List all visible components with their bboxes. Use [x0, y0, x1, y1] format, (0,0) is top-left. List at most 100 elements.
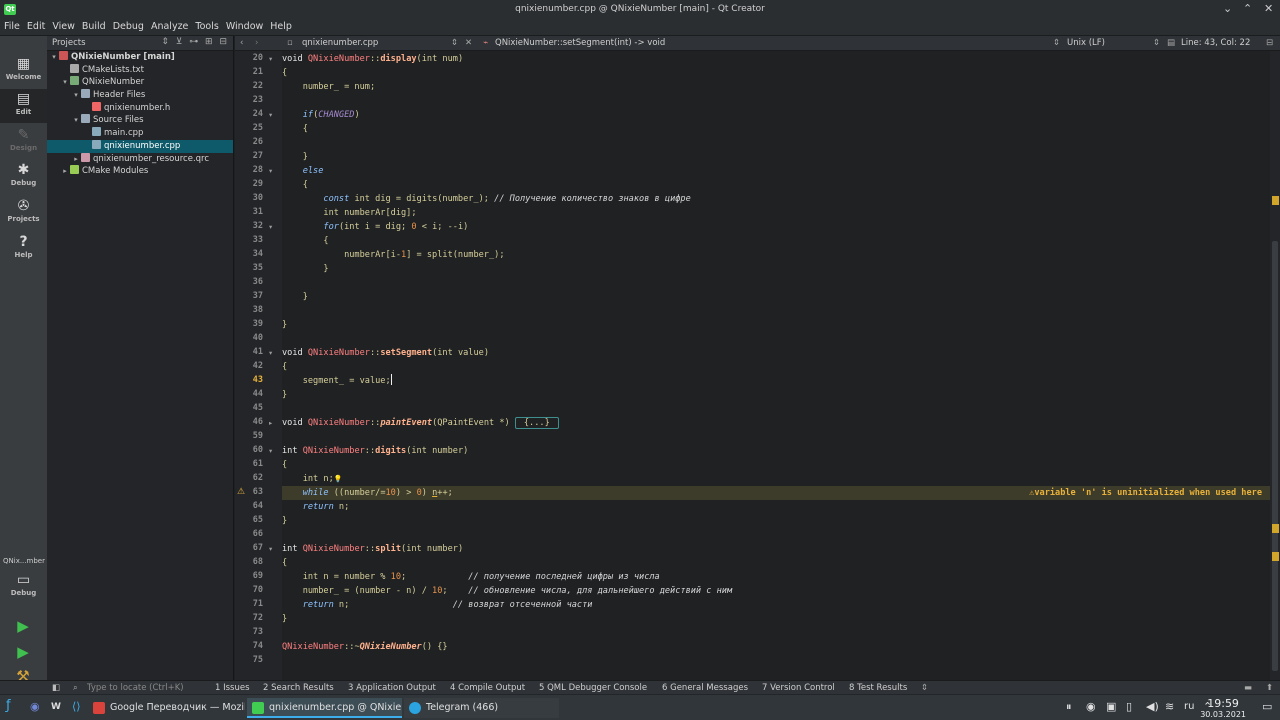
code-line[interactable]: }: [282, 514, 287, 528]
collapse-arrow-icon[interactable]: ▸: [60, 165, 70, 178]
code-line[interactable]: void QNixieNumber::setSegment(int value): [282, 346, 489, 360]
expand-arrow-icon[interactable]: ▾: [49, 51, 59, 64]
code-line[interactable]: number_ = (number - n) / 10; // обновлен…: [282, 584, 732, 598]
tab-compile-output[interactable]: 4 Compile Output: [450, 683, 525, 693]
forward-icon[interactable]: ›: [255, 38, 258, 48]
debug-run-button[interactable]: ▶: [12, 642, 34, 662]
tree-item[interactable]: CMakeLists.txt: [47, 63, 233, 77]
vscode-icon[interactable]: ⟨⟩: [72, 700, 81, 713]
code-line[interactable]: }: [282, 612, 287, 626]
close-icon[interactable]: ✕: [1264, 2, 1273, 15]
pane-header-buttons[interactable]: ⇕ ⊻ ⊶ ⊞ ⊟: [161, 37, 229, 47]
code-line[interactable]: const int dig = digits(number_); // Полу…: [282, 192, 690, 206]
volume-icon[interactable]: ◀): [1146, 700, 1159, 713]
fold-marker-icon[interactable]: ▾: [269, 349, 272, 357]
cursor-position[interactable]: Line: 43, Col: 22: [1181, 38, 1250, 48]
code-line[interactable]: }: [282, 388, 287, 402]
tab-version-control[interactable]: 7 Version Control: [762, 683, 835, 693]
code-line[interactable]: numberAr[i-1] = split(number_);: [282, 248, 504, 262]
fold-marker-icon[interactable]: ▾: [269, 167, 272, 175]
clipboard-icon[interactable]: ▣: [1106, 700, 1116, 713]
expand-arrow-icon[interactable]: ▾: [71, 89, 81, 102]
app-launcher-icon[interactable]: ƒ: [6, 698, 11, 713]
run-button[interactable]: ▶: [12, 616, 34, 636]
projects-pane-title[interactable]: Projects: [52, 38, 86, 48]
mode-debug[interactable]: ✱ Debug: [0, 160, 47, 194]
code-line[interactable]: {: [282, 122, 308, 136]
warning-icon[interactable]: ⚠: [237, 487, 245, 497]
code-line[interactable]: int n = number % 10; // получение послед…: [282, 570, 660, 584]
mode-welcome[interactable]: ▦ Welcome: [0, 54, 47, 88]
code-line[interactable]: void QNixieNumber::display(int num): [282, 52, 463, 66]
menu-window[interactable]: Window: [222, 19, 266, 32]
split-editor-icon[interactable]: ⊟: [1266, 38, 1273, 48]
tab-general-messages[interactable]: 6 General Messages: [662, 683, 748, 693]
menu-file[interactable]: File: [0, 19, 23, 32]
code-line[interactable]: {: [282, 360, 287, 374]
back-icon[interactable]: ‹: [240, 38, 243, 48]
tree-item[interactable]: ▸ qnixienumber_resource.qrc: [47, 152, 233, 166]
show-desktop-icon[interactable]: ▭: [1262, 700, 1272, 713]
file-selector-arrows[interactable]: ⇕: [451, 38, 458, 48]
menu-edit[interactable]: Edit: [23, 19, 48, 32]
code-line[interactable]: while ((number/=10) > 0) n++; ⚠variable '…: [282, 486, 1270, 500]
tree-item[interactable]: ▾ QNixieNumber [main]: [47, 51, 233, 64]
tab-qml-debugger-console[interactable]: 5 QML Debugger Console: [539, 683, 647, 693]
menu-analyze[interactable]: Analyze: [147, 19, 191, 32]
menu-view[interactable]: View: [48, 19, 78, 32]
fold-marker-icon[interactable]: ▾: [269, 55, 272, 63]
media-pause-icon[interactable]: ⏸: [1066, 700, 1072, 714]
locator-input[interactable]: Type to locate (Ctrl+K): [87, 683, 205, 693]
code-line[interactable]: int numberAr[dig];: [282, 206, 416, 220]
tree-item[interactable]: qnixienumber.h: [47, 101, 233, 115]
mode-help[interactable]: ? Help: [0, 232, 47, 266]
code-line[interactable]: if(CHANGED): [282, 108, 360, 122]
inline-warning-message[interactable]: ⚠variable 'n' is uninitialized when used…: [1029, 486, 1262, 500]
code-line[interactable]: }: [282, 318, 287, 332]
symbol-selector-arrows[interactable]: ⇕: [1053, 38, 1060, 48]
tab-test-results[interactable]: 8 Test Results: [849, 683, 907, 693]
code-line[interactable]: number_ = num;: [282, 80, 375, 94]
target-selector[interactable]: ▭ Debug: [0, 570, 47, 604]
fold-marker-icon[interactable]: ▸: [269, 419, 272, 427]
task-qtcreator[interactable]: qnixienumber.cpp @ QNixie...: [247, 698, 402, 718]
tab-issues[interactable]: 1 Issues: [215, 683, 250, 693]
minimize-icon[interactable]: ⌄: [1223, 2, 1232, 15]
task-firefox[interactable]: Google Переводчик — Mozil...: [88, 698, 245, 718]
tree-item[interactable]: ▸ CMake Modules: [47, 165, 233, 178]
discord-icon[interactable]: ◉: [30, 700, 40, 713]
code-line[interactable]: for(int i = dig; 0 < i; --i): [282, 220, 468, 234]
progress-toggle-icon[interactable]: ▬: [1244, 683, 1252, 693]
jetbrains-icon[interactable]: W: [51, 702, 61, 712]
open-file-selector[interactable]: qnixienumber.cpp: [302, 38, 378, 48]
more-tabs-icon[interactable]: ⇕: [921, 683, 928, 693]
wifi-icon[interactable]: ≋: [1165, 700, 1174, 713]
menu-debug[interactable]: Debug: [109, 19, 147, 32]
symbol-selector[interactable]: QNixieNumber::setSegment(int) -> void: [495, 38, 665, 48]
code-line[interactable]: int QNixieNumber::digits(int number): [282, 444, 468, 458]
close-doc-icon[interactable]: ✕: [465, 38, 472, 48]
menu-build[interactable]: Build: [78, 19, 109, 32]
mode-edit[interactable]: ▤ Edit: [0, 89, 47, 123]
code-line[interactable]: int n;💡: [282, 472, 343, 486]
code-line[interactable]: int QNixieNumber::split(int number): [282, 542, 463, 556]
tree-item[interactable]: qnixienumber.cpp: [47, 139, 233, 153]
code-line[interactable]: {: [282, 178, 308, 192]
tab-application-output[interactable]: 3 Application Output: [348, 683, 436, 693]
battery-icon[interactable]: ▯: [1126, 700, 1132, 713]
code-line[interactable]: QNixieNumber::~QNixieNumber() {}: [282, 640, 448, 654]
fold-marker-icon[interactable]: ▾: [269, 447, 272, 455]
vertical-scrollbar[interactable]: [1270, 51, 1280, 680]
output-expand-icon[interactable]: ⬆: [1266, 683, 1273, 693]
fold-marker-icon[interactable]: ▾: [269, 223, 272, 231]
menu-tools[interactable]: Tools: [191, 19, 221, 32]
tree-item[interactable]: ▾ QNixieNumber: [47, 76, 233, 89]
expand-arrow-icon[interactable]: ▾: [71, 114, 81, 127]
scrollbar-thumb[interactable]: [1272, 241, 1278, 671]
code-line[interactable]: segment_ = value;: [282, 374, 392, 388]
code-line[interactable]: else: [282, 164, 324, 178]
menu-help[interactable]: Help: [266, 19, 295, 32]
clock[interactable]: 19:59 30.03.2021: [1200, 697, 1246, 719]
fold-marker-icon[interactable]: ▾: [269, 111, 272, 119]
tree-item[interactable]: ▾ Source Files: [47, 114, 233, 127]
